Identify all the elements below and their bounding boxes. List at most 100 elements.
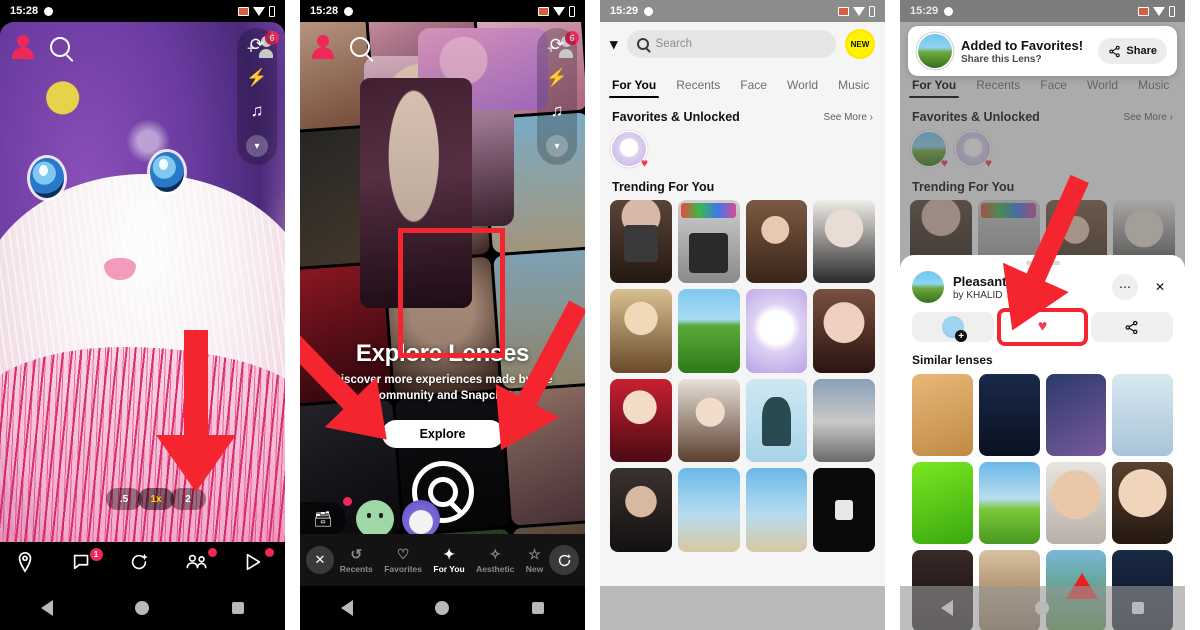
music-icon[interactable]: ♫ (251, 102, 264, 119)
favorite-lens-landscape[interactable]: ♥ (912, 132, 948, 169)
tab-for-you[interactable]: For You (608, 78, 660, 99)
close-icon[interactable]: ✕ (306, 546, 334, 574)
heart-icon: ♥ (984, 156, 992, 170)
nav-map[interactable] (14, 551, 44, 577)
nav-spotlight[interactable] (242, 548, 274, 577)
memories-icon[interactable]: 🗃 (300, 497, 352, 536)
tab-world[interactable]: World (787, 78, 818, 98)
lens-cell[interactable] (813, 468, 875, 552)
lens-cell[interactable] (1112, 374, 1173, 457)
profile-avatar-icon[interactable] (312, 35, 334, 59)
profile-avatar-icon[interactable] (12, 35, 34, 59)
lens-cell[interactable] (813, 378, 875, 463)
home-icon[interactable] (1035, 601, 1050, 615)
tab-recents[interactable]: Recents (976, 78, 1020, 98)
chevron-down-icon[interactable]: ▾ (610, 35, 618, 53)
panel-camera: 15:28 + 6 ⟳ ⚡ ♫ ▾ .5 1x 2 1 (0, 0, 285, 630)
status-indicator-dot (944, 6, 954, 16)
lens-cell[interactable] (610, 200, 672, 284)
recents-icon[interactable] (831, 602, 844, 614)
back-icon[interactable] (941, 600, 954, 616)
search-row: ▾ Search NEW (600, 22, 885, 66)
music-icon[interactable]: ♫ (551, 102, 564, 119)
chevron-down-icon[interactable]: ▾ (546, 135, 568, 157)
lens-cell[interactable] (813, 289, 875, 373)
status-left: 15:28 (10, 5, 54, 17)
new-badge[interactable]: NEW (845, 29, 875, 59)
lens-cell[interactable] (1112, 462, 1173, 545)
tab-music[interactable]: Music (1138, 78, 1169, 98)
lens-tabs: ↺ Recents ♡ Favorites ✦ For You ✧ Aesthe… (334, 547, 549, 574)
status-left: 15:29 (910, 5, 954, 17)
lens-cell[interactable] (1045, 462, 1107, 545)
flip-camera-icon[interactable]: ⟳ (250, 36, 264, 53)
scan-lens-icon[interactable] (549, 545, 579, 575)
nav-camera[interactable] (128, 551, 158, 577)
home-icon[interactable] (735, 601, 750, 615)
lens-cell[interactable] (677, 378, 740, 463)
lens-cell[interactable] (610, 468, 672, 552)
recents-icon[interactable] (1131, 602, 1144, 614)
lens-thumb-green-face[interactable] (356, 500, 394, 538)
lens-cell[interactable] (745, 468, 808, 552)
favorites-see-more[interactable]: See More › (824, 112, 873, 123)
share-button[interactable] (1090, 312, 1173, 342)
home-icon[interactable] (435, 601, 450, 615)
search-input[interactable]: Search (626, 30, 836, 58)
tab-world[interactable]: World (1087, 78, 1118, 98)
tab-for-you[interactable]: ✦ For You (433, 547, 464, 574)
tab-favorites[interactable]: ♡ Favorites (384, 547, 422, 574)
zoom-option-half[interactable]: .5 (106, 488, 142, 510)
lens-cell[interactable] (677, 468, 740, 552)
tab-recents[interactable]: Recents (676, 78, 720, 98)
tab-face[interactable]: Face (1040, 78, 1067, 98)
lens-cell[interactable] (912, 374, 973, 457)
lens-cell[interactable] (610, 289, 672, 373)
tab-new[interactable]: ☆ New (526, 547, 543, 574)
tab-face[interactable]: Face (740, 78, 767, 98)
lens-category-tabbar: ✕ ↺ Recents ♡ Favorites ✦ For You ✧ Aest… (300, 534, 585, 586)
tab-recents[interactable]: ↺ Recents (340, 547, 373, 574)
favorite-lens-cat[interactable]: ♥ (956, 132, 992, 170)
flip-camera-icon[interactable]: ⟳ (550, 36, 564, 53)
lens-cell[interactable] (610, 378, 672, 463)
lens-cell[interactable] (745, 289, 808, 373)
camera-tools-column: ⟳ ⚡ ♫ ▾ (237, 28, 277, 165)
recents-icon[interactable] (531, 602, 544, 614)
lens-cell[interactable] (745, 378, 808, 463)
tab-aesthetic[interactable]: ✧ Aesthetic (476, 547, 514, 574)
lens-cell[interactable] (677, 289, 740, 373)
share-button[interactable]: Share (1098, 38, 1167, 64)
nav-chat[interactable]: 1 (71, 548, 103, 577)
back-icon[interactable] (641, 600, 654, 616)
favorite-lens-cat[interactable]: ♥ (612, 132, 648, 169)
search-icon[interactable] (50, 37, 70, 57)
lens-cell[interactable] (677, 200, 740, 284)
chevron-down-icon[interactable]: ▾ (246, 135, 268, 157)
home-icon[interactable] (135, 601, 150, 615)
nav-friends[interactable] (185, 548, 217, 577)
nav-friends-badge (207, 548, 217, 557)
recents-icon[interactable] (231, 602, 244, 614)
lens-thumb-bear[interactable] (402, 500, 440, 538)
lens-cell[interactable] (1045, 374, 1107, 457)
lens-cell[interactable] (745, 200, 808, 284)
lens-cell[interactable] (978, 462, 1040, 545)
flash-off-icon[interactable]: ⚡ (546, 69, 567, 86)
flash-off-icon[interactable]: ⚡ (246, 69, 267, 86)
search-icon[interactable] (350, 37, 370, 57)
lens-cell[interactable] (978, 374, 1040, 457)
favorites-see-more[interactable]: See More › (1124, 112, 1173, 123)
trending-section-title: Trending For You (612, 180, 715, 194)
lens-cell[interactable] (813, 200, 875, 284)
more-options-icon[interactable]: ⋯ (1112, 274, 1138, 300)
back-icon[interactable] (41, 600, 54, 616)
cast-icon (538, 6, 549, 16)
lens-cell[interactable] (912, 462, 973, 545)
back-icon[interactable] (341, 600, 354, 616)
tab-for-you[interactable]: For You (908, 78, 960, 99)
cat-eye-left (30, 158, 64, 198)
tab-music[interactable]: Music (838, 78, 869, 98)
favorites-section-title: Favorites & Unlocked (912, 110, 1040, 124)
close-icon[interactable]: ✕ (1147, 274, 1173, 300)
